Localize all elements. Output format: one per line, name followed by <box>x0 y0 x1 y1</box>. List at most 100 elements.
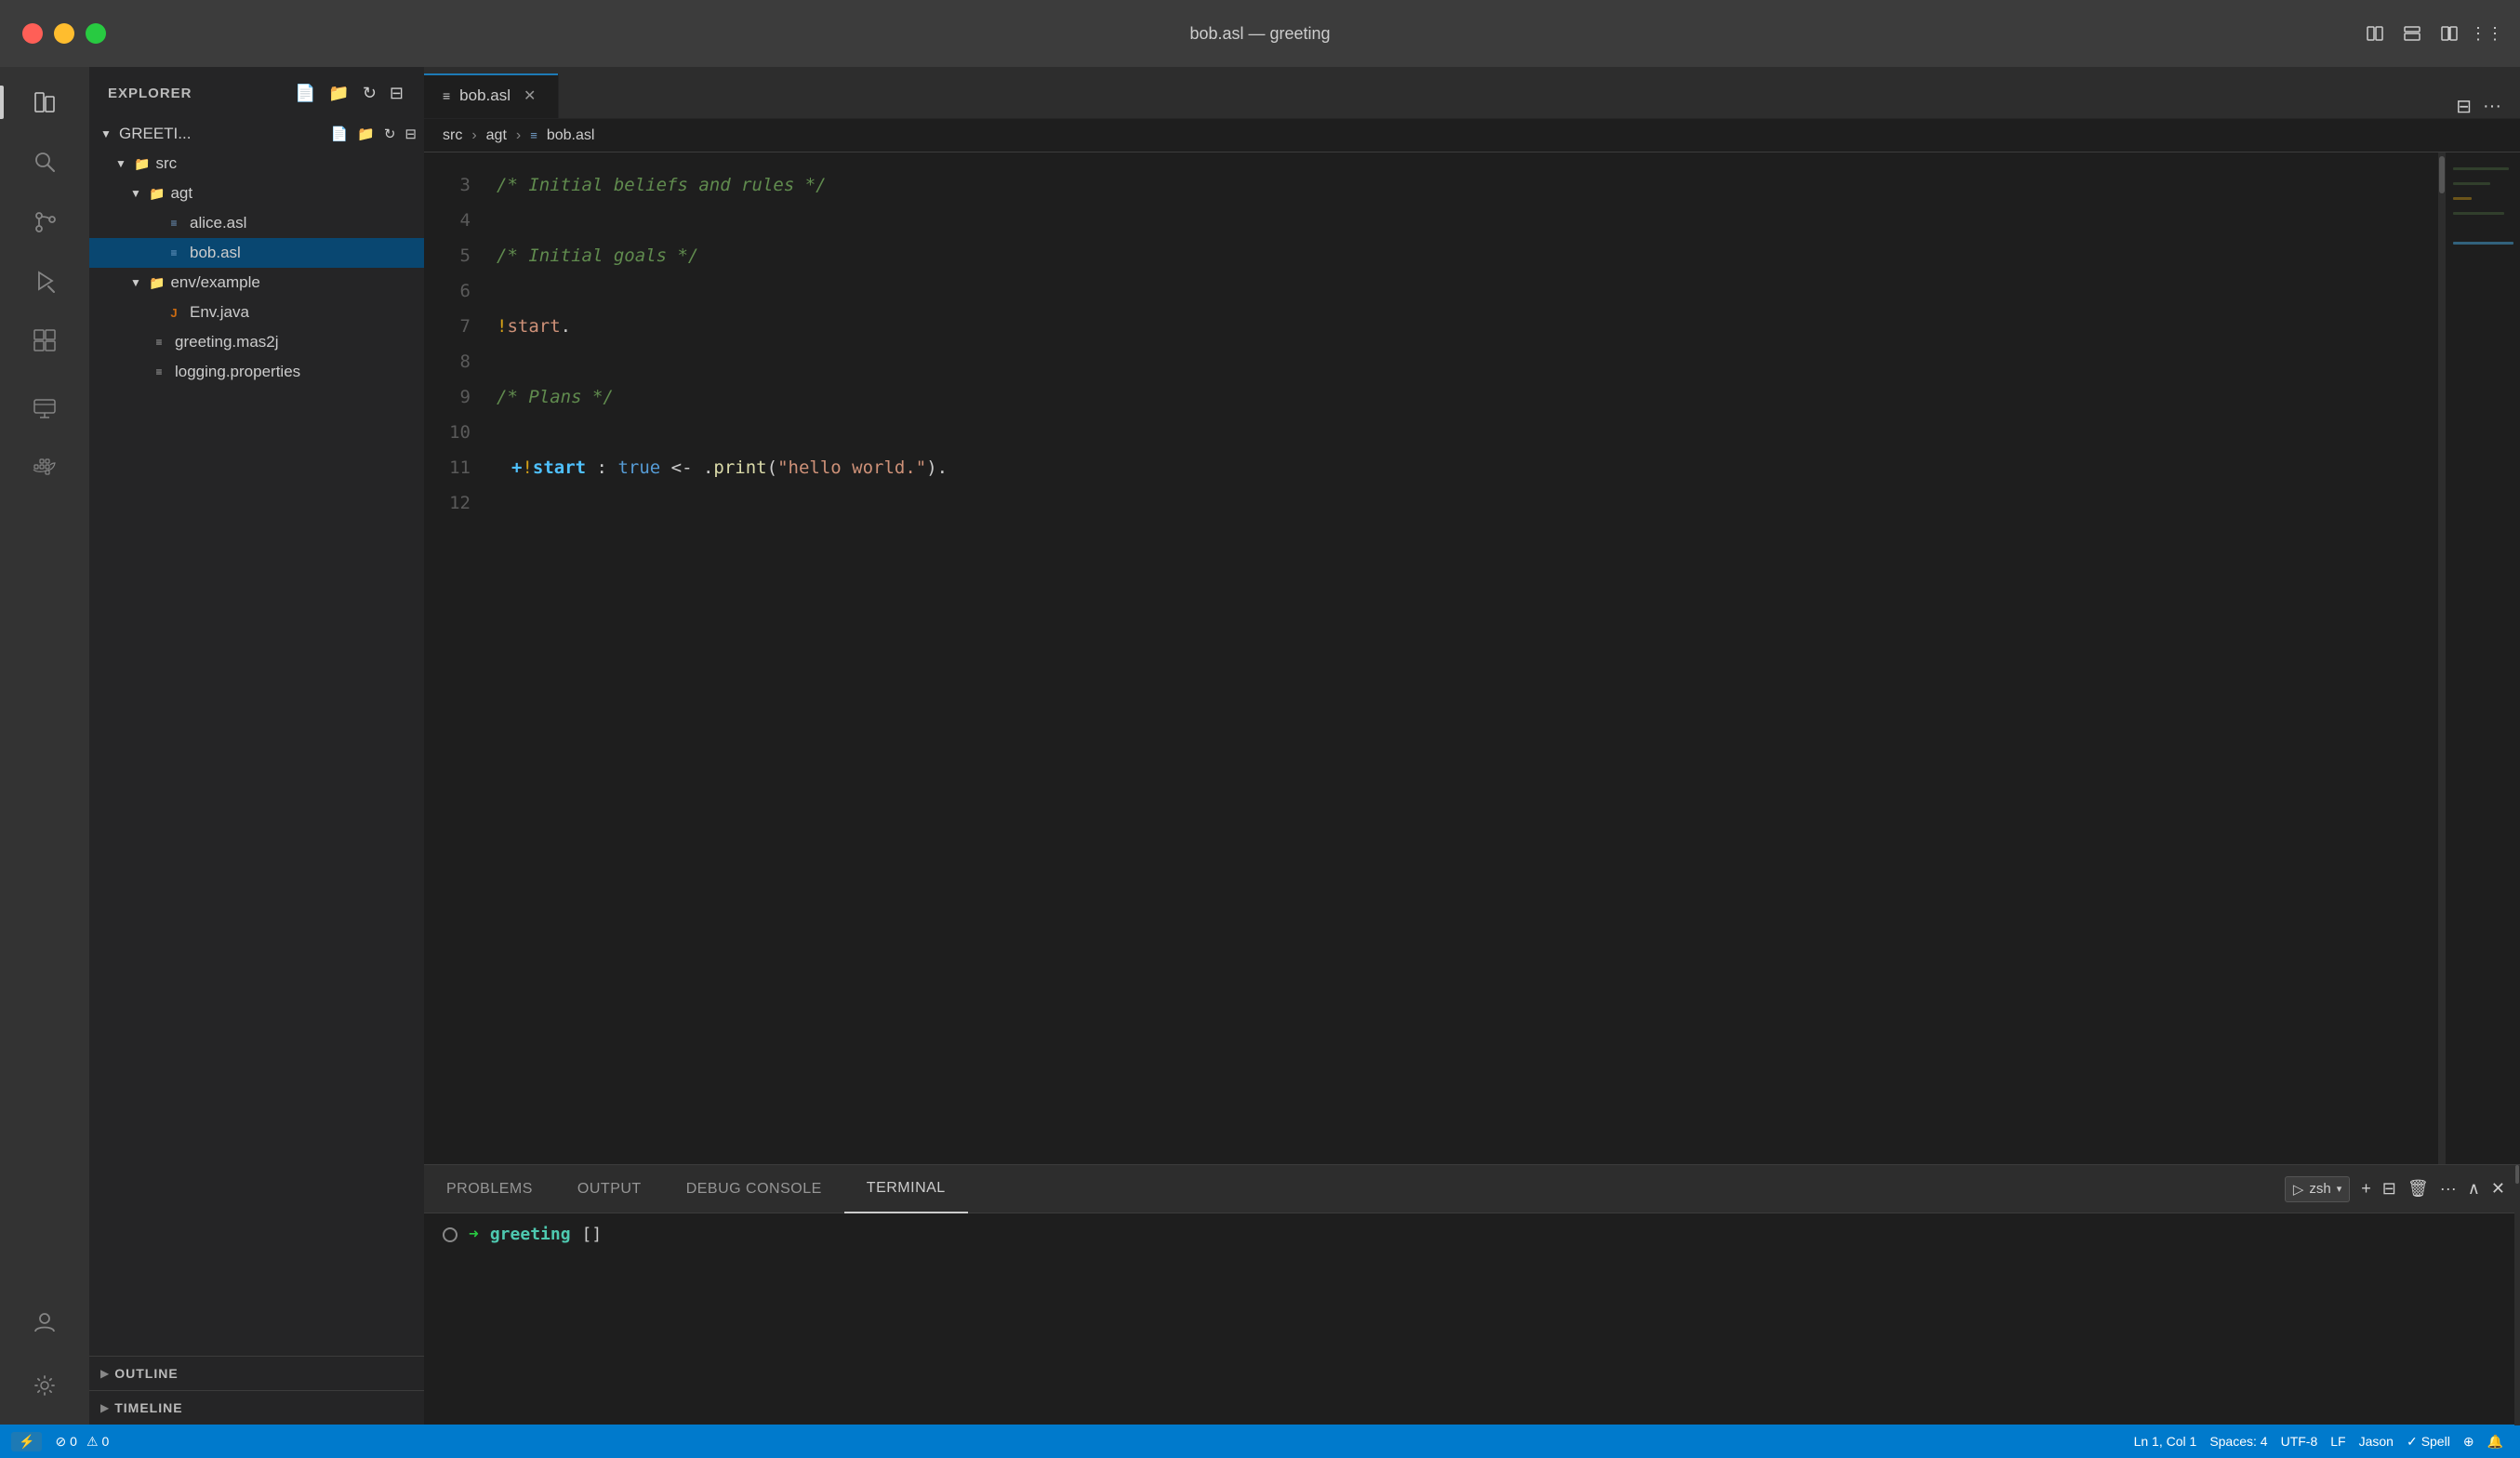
add-terminal-icon[interactable]: + <box>2361 1179 2371 1199</box>
panel-maximize-icon[interactable]: ∧ <box>2468 1179 2480 1199</box>
new-folder-action-icon[interactable]: 📁 <box>357 126 375 142</box>
panel-close-icon[interactable]: ✕ <box>2491 1179 2505 1199</box>
close-button[interactable] <box>22 23 43 44</box>
root-chevron-icon: ▼ <box>100 127 119 140</box>
env-label: env/example <box>170 273 259 292</box>
status-position[interactable]: Ln 1, Col 1 <box>2129 1434 2203 1449</box>
activity-bar <box>0 67 89 1425</box>
timeline-panel-header[interactable]: ▶ TIMELINE <box>89 1391 424 1425</box>
new-folder-icon[interactable]: 📁 <box>326 82 351 105</box>
panel-tab-output[interactable]: OUTPUT <box>555 1165 664 1213</box>
editor-more-icon[interactable]: ··· <box>2483 96 2501 117</box>
shell-label: zsh <box>2309 1181 2330 1197</box>
sidebar-header-actions: 📄 📁 ↻ ⊟ <box>293 82 405 105</box>
breadcrumb-file[interactable]: ≡ bob.asl <box>530 127 594 144</box>
panel-scrollbar[interactable] <box>2514 1165 2520 1425</box>
panel-tab-problems[interactable]: PROBLEMS <box>424 1165 555 1213</box>
code-token: "hello world." <box>777 450 926 485</box>
scrollbar-thumb[interactable] <box>2439 156 2445 193</box>
sidebar-toggle-icon[interactable] <box>2364 22 2386 45</box>
bell-icon: 🔔 <box>2487 1434 2503 1450</box>
outline-panel-header[interactable]: ▶ OUTLINE <box>89 1357 424 1390</box>
panel-content[interactable]: ➜ greeting [] <box>424 1213 2520 1425</box>
sidebar: EXPLORER 📄 📁 ↻ ⊟ ▼ GREETI... 📄 📁 ↻ ⊟ <box>89 67 424 1425</box>
tree-agt[interactable]: ▼ 📁 agt <box>89 179 424 208</box>
status-remote[interactable]: ⚡ <box>11 1432 42 1451</box>
line-ending-label: LF <box>2330 1434 2345 1449</box>
editor-layout-icon[interactable]: ⊟ <box>2456 95 2472 118</box>
status-broadcast[interactable]: ⊕ <box>2458 1434 2480 1450</box>
spell-icon: ✓ <box>2407 1434 2418 1450</box>
tree-env-example[interactable]: ▼ 📁 env/example <box>89 268 424 298</box>
maximize-button[interactable] <box>86 23 106 44</box>
tree-bob-asl[interactable]: ≡ bob.asl <box>89 238 424 268</box>
terminal-path: greeting <box>490 1225 571 1244</box>
tab-label: bob.asl <box>459 86 511 105</box>
activity-item-source-control[interactable] <box>17 193 73 249</box>
tree-logging-props[interactable]: ≡ logging.properties <box>89 357 424 387</box>
activity-item-accounts[interactable] <box>17 1294 73 1350</box>
code-token: ). <box>926 450 948 485</box>
breadcrumb-file-icon: ≡ <box>530 128 537 142</box>
breadcrumb-agt[interactable]: agt <box>486 127 507 144</box>
tree-root[interactable]: ▼ GREETI... 📄 📁 ↻ ⊟ <box>89 119 424 149</box>
status-spaces[interactable]: Spaces: 4 <box>2204 1434 2273 1449</box>
tab-modified-indicator: ≡ <box>443 88 450 103</box>
outline-label: OUTLINE <box>114 1366 178 1381</box>
terminal-arrow-icon: ➜ <box>469 1225 479 1244</box>
activity-item-search[interactable] <box>17 134 73 190</box>
outline-panel: ▶ OUTLINE <box>89 1356 424 1390</box>
trash-icon[interactable]: 🗑 <box>2407 1179 2429 1199</box>
warning-count: 0 <box>102 1434 110 1449</box>
panel-scrollbar-thumb[interactable] <box>2515 1165 2519 1184</box>
collapse-action-icon[interactable]: ⊟ <box>405 126 417 142</box>
activity-item-settings[interactable] <box>17 1358 73 1413</box>
scrollbar[interactable] <box>2438 152 2446 1164</box>
collapse-icon[interactable]: ⊟ <box>388 82 405 105</box>
activity-item-run[interactable] <box>17 253 73 309</box>
timeline-label: TIMELINE <box>114 1400 182 1415</box>
activity-item-docker[interactable] <box>17 439 73 495</box>
panel-tab-terminal[interactable]: TERMINAL <box>844 1165 968 1213</box>
status-spell[interactable]: ✓ Spell <box>2401 1434 2456 1450</box>
refresh-action-icon[interactable]: ↻ <box>384 126 396 142</box>
refresh-icon[interactable]: ↻ <box>361 82 378 105</box>
minimize-button[interactable] <box>54 23 74 44</box>
code-line-6 <box>497 273 2446 309</box>
tree-alice-asl[interactable]: ≡ alice.asl <box>89 208 424 238</box>
panel-more-icon[interactable]: ··· <box>2440 1179 2457 1199</box>
new-terminal-btn[interactable]: ▷ zsh ▾ <box>2285 1176 2350 1202</box>
layout-icon[interactable] <box>2401 22 2423 45</box>
activity-item-extensions[interactable] <box>17 312 73 368</box>
error-count: 0 <box>70 1434 77 1449</box>
new-file-action-icon[interactable]: 📄 <box>330 126 348 142</box>
status-user[interactable]: Jason <box>2354 1434 2399 1449</box>
tab-bob-asl[interactable]: ≡ bob.asl ✕ <box>424 73 559 118</box>
status-notifications[interactable]: 🔔 <box>2482 1434 2509 1450</box>
breadcrumb-agt-label: agt <box>486 127 507 144</box>
tab-close-icon[interactable]: ✕ <box>520 85 539 107</box>
split-editor-icon[interactable] <box>2438 22 2460 45</box>
status-line-ending[interactable]: LF <box>2325 1434 2351 1449</box>
more-actions-icon[interactable]: ⋮⋮ <box>2475 22 2498 45</box>
breadcrumb-src[interactable]: src <box>443 127 462 144</box>
new-file-icon[interactable]: 📄 <box>293 82 317 105</box>
timeline-panel: ▶ TIMELINE <box>89 1390 424 1425</box>
logging-props-label: logging.properties <box>175 363 300 381</box>
activity-item-remote[interactable] <box>17 379 73 435</box>
error-icon: ⊘ <box>55 1434 66 1450</box>
agt-chevron-icon: ▼ <box>130 187 149 200</box>
window-title: bob.asl — greeting <box>1189 24 1330 44</box>
bob-asl-label: bob.asl <box>190 244 241 262</box>
status-encoding[interactable]: UTF-8 <box>2275 1434 2324 1449</box>
code-token: /* Initial beliefs and rules */ <box>497 167 827 203</box>
tree-greeting-mas2j[interactable]: ≡ greeting.mas2j <box>89 327 424 357</box>
status-errors[interactable]: ⊘ 0 ⚠ 0 <box>49 1434 114 1450</box>
tree-env-java[interactable]: J Env.java <box>89 298 424 327</box>
activity-item-explorer[interactable] <box>17 74 73 130</box>
code-editor[interactable]: 3 4 5 6 7 8 9 10 11 12 /* Initial belief… <box>424 152 2446 1164</box>
split-terminal-icon[interactable]: ⊟ <box>2382 1179 2396 1199</box>
tree-src[interactable]: ▼ 📁 src <box>89 149 424 179</box>
alice-asl-label: alice.asl <box>190 214 246 232</box>
panel-tab-debug-console[interactable]: DEBUG CONSOLE <box>664 1165 844 1213</box>
